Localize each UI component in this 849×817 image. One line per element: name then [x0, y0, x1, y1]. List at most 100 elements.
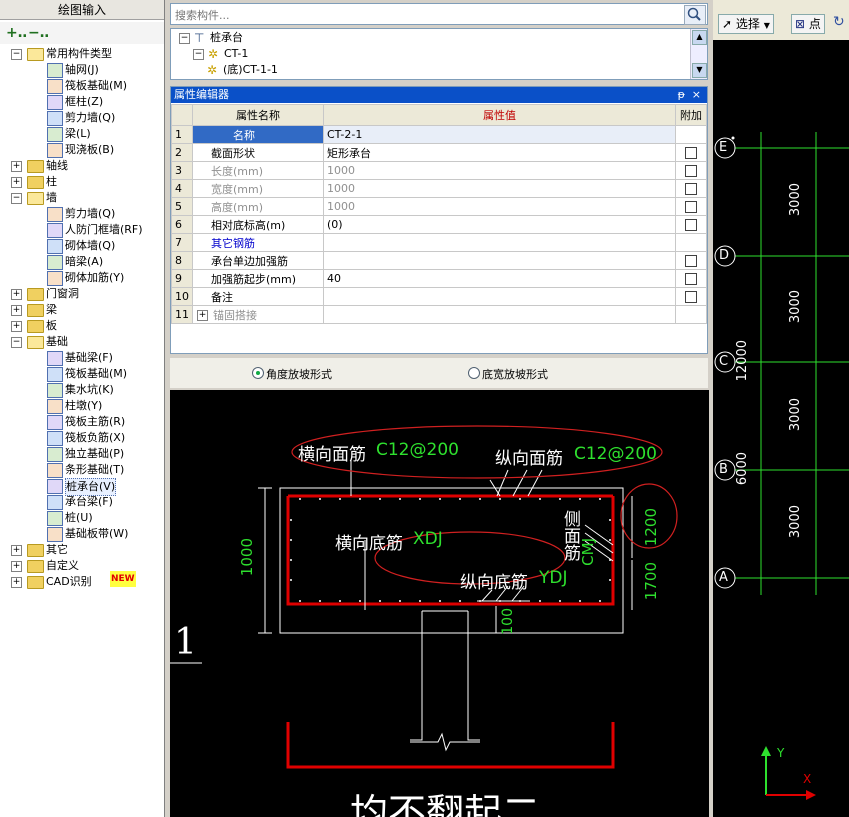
- tree-item[interactable]: 筏板基础(M): [0, 366, 164, 382]
- tree-item[interactable]: 筏板负筋(X): [0, 430, 164, 446]
- property-row[interactable]: 5 高度(mm) 1000: [171, 197, 707, 216]
- close-icon[interactable]: ×: [692, 87, 701, 103]
- component-list-item[interactable]: − ⊤ 桩承台: [179, 30, 243, 46]
- property-value[interactable]: [323, 287, 676, 306]
- tree-item[interactable]: 基础梁(F): [0, 350, 164, 366]
- extra-checkbox[interactable]: [685, 165, 697, 177]
- property-name: 锚固搭接: [213, 308, 257, 322]
- extra-checkbox[interactable]: [685, 147, 697, 159]
- expand-icon[interactable]: +: [11, 561, 22, 572]
- property-value[interactable]: 1000: [323, 179, 676, 198]
- property-value[interactable]: 1000: [323, 197, 676, 216]
- tree-folder[interactable]: − 墙: [0, 190, 164, 206]
- tree-item[interactable]: 柱墩(Y): [0, 398, 164, 414]
- expand-icon[interactable]: +: [11, 305, 22, 316]
- extra-checkbox[interactable]: [685, 201, 697, 213]
- property-row[interactable]: 9 加强筋起步(mm) 40: [171, 269, 707, 288]
- property-value[interactable]: [323, 233, 676, 252]
- tree-item[interactable]: 现浇板(B): [0, 142, 164, 158]
- point-button[interactable]: ⊠ 点: [791, 14, 825, 34]
- tree-item[interactable]: 条形基础(T): [0, 462, 164, 478]
- collapse-all-icon[interactable]: −‥: [28, 25, 49, 41]
- tree-item[interactable]: 框柱(Z): [0, 94, 164, 110]
- scroll-up-icon[interactable]: ▲: [692, 30, 707, 45]
- property-row[interactable]: 3 长度(mm) 1000: [171, 161, 707, 180]
- expand-icon[interactable]: +: [11, 161, 22, 172]
- component-list-scrollbar[interactable]: ▲ ▼: [690, 29, 707, 79]
- property-value[interactable]: 矩形承台: [323, 143, 676, 162]
- row-number-header: [171, 104, 193, 126]
- tree-folder[interactable]: − 基础: [0, 334, 164, 350]
- tree-folder[interactable]: + 梁: [0, 302, 164, 318]
- property-value[interactable]: 40: [323, 269, 676, 288]
- property-row[interactable]: 7 其它钢筋: [171, 233, 707, 252]
- tree-item[interactable]: 桩(U): [0, 510, 164, 526]
- expand-all-icon[interactable]: +‥: [6, 25, 27, 41]
- expand-icon[interactable]: +: [11, 321, 22, 332]
- tree-folder[interactable]: − 常用构件类型: [0, 46, 164, 62]
- tree-folder[interactable]: + 门窗洞: [0, 286, 164, 302]
- extra-cell: [675, 287, 707, 306]
- property-value[interactable]: [323, 251, 676, 270]
- collapse-icon[interactable]: −: [179, 32, 190, 44]
- tree-item[interactable]: 桩承台(V): [0, 478, 164, 496]
- property-row[interactable]: 11 + 锚固搭接: [171, 305, 707, 324]
- extra-checkbox[interactable]: [685, 183, 697, 195]
- property-row[interactable]: 1 名称 CT-2-1: [171, 125, 707, 144]
- property-row[interactable]: 4 宽度(mm) 1000: [171, 179, 707, 198]
- tree-item[interactable]: 暗梁(A): [0, 254, 164, 270]
- tree-item[interactable]: 轴网(J): [0, 62, 164, 78]
- rotate-icon[interactable]: ↻: [833, 14, 845, 30]
- property-value[interactable]: CT-2-1: [323, 125, 676, 144]
- select-button[interactable]: ➚ 选择 ▼: [718, 14, 774, 34]
- section-drawing-canvas[interactable]: 横向面筋 C12@200 纵向面筋 C12@200 横向底筋 XDJ 纵向底筋 …: [170, 390, 709, 817]
- tree-folder[interactable]: + 柱: [0, 174, 164, 190]
- tree-item[interactable]: 人防门框墙(RF): [0, 222, 164, 238]
- tree-folder[interactable]: + CAD识别 NEW: [0, 571, 164, 590]
- plan-view-canvas[interactable]: E D C B A 3000 3000 3000 3000 12000 6000…: [713, 0, 849, 817]
- tree-item[interactable]: 砌体墙(Q): [0, 238, 164, 254]
- pin-icon[interactable]: ᵽ: [678, 87, 685, 103]
- tree-item[interactable]: 筏板主筋(R): [0, 414, 164, 430]
- collapse-icon[interactable]: −: [193, 48, 204, 60]
- component-list-item[interactable]: − ✲ CT-1: [193, 46, 248, 62]
- tree-item[interactable]: 承台梁(F): [0, 494, 164, 510]
- tree-folder[interactable]: + 其它: [0, 542, 164, 558]
- collapse-icon[interactable]: −: [11, 49, 22, 60]
- property-row[interactable]: 8 承台单边加强筋: [171, 251, 707, 270]
- expand-icon[interactable]: +: [11, 289, 22, 300]
- extra-checkbox[interactable]: [685, 291, 697, 303]
- search-input[interactable]: [173, 5, 685, 25]
- tree-item[interactable]: 筏板基础(M): [0, 78, 164, 94]
- expand-icon[interactable]: +: [11, 545, 22, 556]
- expand-icon[interactable]: +: [11, 577, 22, 588]
- component-list-item[interactable]: ✲ (底)CT-1-1: [207, 62, 278, 78]
- tree-item[interactable]: 剪力墙(Q): [0, 110, 164, 126]
- collapse-icon[interactable]: −: [11, 193, 22, 204]
- extra-checkbox[interactable]: [685, 255, 697, 267]
- property-row[interactable]: 2 截面形状 矩形承台: [171, 143, 707, 162]
- tree-item[interactable]: 剪力墙(Q): [0, 206, 164, 222]
- tree-item[interactable]: 砌体加筋(Y): [0, 270, 164, 286]
- extra-checkbox[interactable]: [685, 273, 697, 285]
- property-row[interactable]: 10 备注: [171, 287, 707, 306]
- search-button[interactable]: [684, 5, 706, 25]
- tree-folder[interactable]: + 板: [0, 318, 164, 334]
- tree-item[interactable]: 基础板带(W): [0, 526, 164, 542]
- width-slope-radio[interactable]: [468, 367, 480, 379]
- property-value[interactable]: 1000: [323, 161, 676, 180]
- property-value[interactable]: [323, 305, 676, 324]
- expand-icon[interactable]: +: [11, 177, 22, 188]
- expand-icon[interactable]: +: [197, 310, 208, 321]
- tree-item[interactable]: 独立基础(P): [0, 446, 164, 462]
- tree-item[interactable]: 梁(L): [0, 126, 164, 142]
- property-value[interactable]: (0): [323, 215, 676, 234]
- tree-folder[interactable]: + 自定义: [0, 558, 164, 574]
- tree-folder[interactable]: + 轴线: [0, 158, 164, 174]
- property-row[interactable]: 6 相对底标高(m) (0): [171, 215, 707, 234]
- angle-slope-radio[interactable]: [252, 367, 264, 379]
- tree-item[interactable]: 集水坑(K): [0, 382, 164, 398]
- collapse-icon[interactable]: −: [11, 337, 22, 348]
- extra-checkbox[interactable]: [685, 219, 697, 231]
- scroll-down-icon[interactable]: ▼: [692, 63, 707, 78]
